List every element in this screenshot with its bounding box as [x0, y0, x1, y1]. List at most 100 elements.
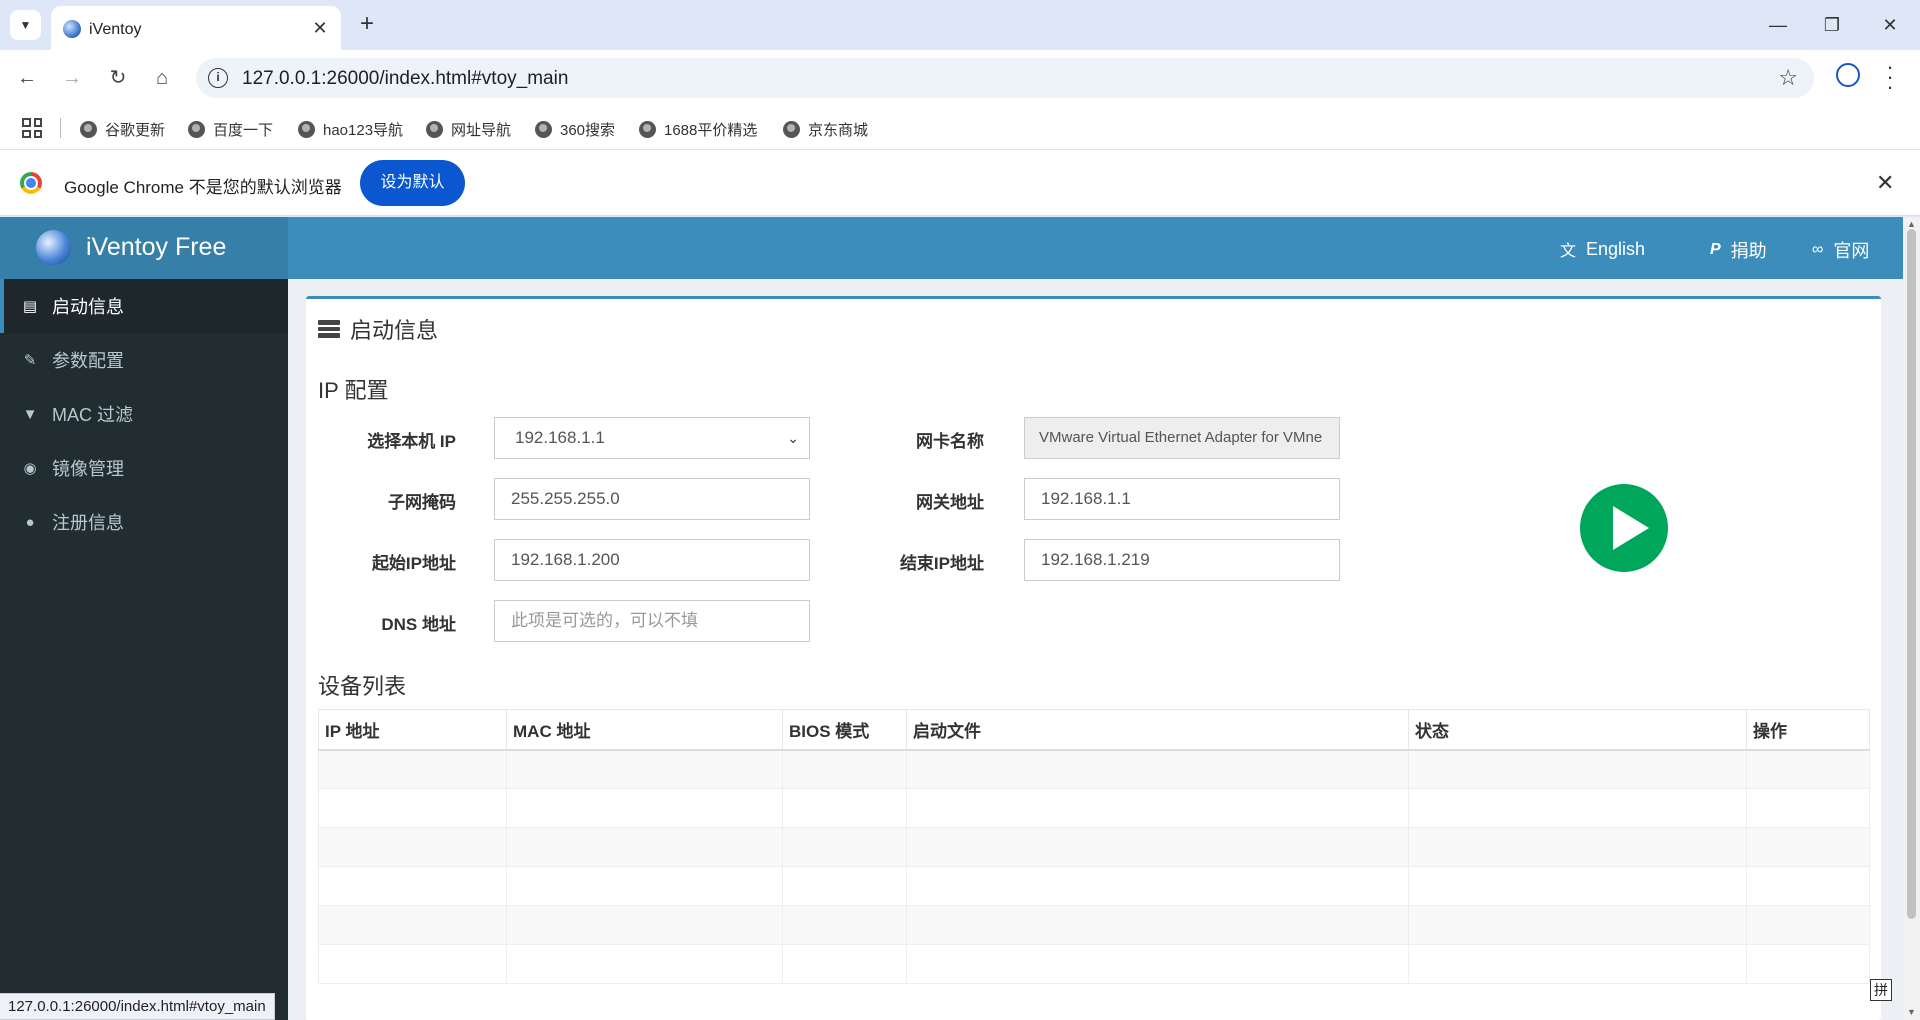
set-default-button[interactable]: 设为默认 — [360, 160, 465, 206]
page-scrollbar[interactable]: ▲ ▼ — [1903, 217, 1920, 1020]
menu-dots-icon[interactable]: · · · — [1882, 56, 1898, 98]
bookmark-item[interactable]: 京东商城 — [783, 118, 868, 140]
globe-icon — [426, 120, 443, 138]
ime-indicator-icon[interactable]: 拼 — [1870, 979, 1892, 1001]
sidebar-item-images[interactable]: ◉ 镜像管理 — [0, 441, 288, 495]
tab-close-icon[interactable]: ✕ — [309, 17, 331, 39]
donate-label: 捐助 — [1730, 241, 1767, 261]
globe-icon — [535, 120, 552, 138]
close-window-button[interactable]: ✕ — [1866, 10, 1914, 40]
address-bar[interactable]: i 127.0.0.1:26000/index.html#vtoy_main ☆ — [196, 58, 1814, 98]
tab-search-button[interactable]: ▼ — [10, 10, 41, 40]
gateway-input[interactable]: 192.168.1.1 — [1024, 478, 1340, 520]
profile-icon[interactable] — [1836, 63, 1860, 87]
restore-button[interactable]: ❐ — [1808, 10, 1856, 40]
filter-icon: ▼ — [22, 405, 38, 423]
bookmark-item[interactable]: 360搜索 — [535, 118, 615, 140]
select-ip-dropdown[interactable]: 192.168.1.1 ⌄ — [494, 417, 810, 459]
sidebar-item-boot-info[interactable]: ▤ 启动信息 — [0, 279, 288, 333]
ip-config-title: IP 配置 — [318, 378, 389, 403]
boot-info-box: 启动信息 IP 配置 选择本机 IP 192.168.1.1 ⌄ 网卡名称 VM… — [306, 296, 1881, 1020]
sidebar-item-label: 镜像管理 — [52, 459, 124, 479]
infobar-close-icon[interactable]: ✕ — [1876, 170, 1894, 196]
website-link[interactable]: ∞ 官网 — [1812, 237, 1869, 263]
gateway-label: 网关地址 — [916, 493, 984, 512]
logo-area[interactable]: iVentoy Free — [0, 217, 288, 279]
select-ip-label: 选择本机 IP — [367, 432, 456, 451]
forward-arrow-icon[interactable]: → — [57, 63, 87, 93]
bookmark-item[interactable]: 百度一下 — [188, 118, 273, 140]
wrench-icon: ✎ — [23, 352, 37, 369]
scroll-down-icon[interactable]: ▼ — [1907, 1007, 1916, 1017]
apps-grid-icon[interactable] — [22, 118, 42, 138]
sidebar-item-config[interactable]: ✎ 参数配置 — [0, 333, 288, 387]
globe-icon — [80, 120, 97, 138]
nic-name-field: VMware Virtual Ethernet Adapter for VMne — [1024, 417, 1340, 459]
home-icon[interactable]: ⌂ — [147, 63, 177, 93]
table-row — [318, 788, 1870, 828]
table-row — [318, 905, 1870, 945]
app-header: iVentoy Free 文 English P 捐助 ∞ 官网 — [0, 217, 1903, 279]
translate-icon: 文 — [1560, 243, 1577, 260]
new-tab-button[interactable]: + — [352, 10, 382, 40]
sidebar-item-label: 注册信息 — [52, 513, 124, 533]
start-service-button[interactable] — [1580, 484, 1668, 572]
dns-label: DNS 地址 — [381, 615, 456, 634]
bookmark-item[interactable]: hao123导航 — [298, 118, 403, 140]
paypal-icon: P — [1710, 241, 1721, 258]
bookmark-star-icon[interactable]: ☆ — [1778, 65, 1798, 91]
address-url[interactable]: 127.0.0.1:26000/index.html#vtoy_main — [242, 68, 568, 90]
status-bar-url: 127.0.0.1:26000/index.html#vtoy_main — [0, 993, 275, 1020]
select-ip-value: 192.168.1.1 — [515, 428, 605, 447]
site-info-icon[interactable]: i — [208, 68, 228, 88]
box-title-label: 启动信息 — [350, 318, 439, 343]
subnet-label: 子网掩码 — [388, 493, 456, 512]
bookmark-label: 百度一下 — [213, 121, 274, 139]
browser-tab[interactable]: iVentoy ✕ — [51, 6, 341, 50]
language-switch[interactable]: 文 English — [1560, 237, 1645, 261]
box-title: 启动信息 — [318, 313, 438, 345]
chevron-down-icon: ⌄ — [787, 430, 799, 446]
donate-link[interactable]: P 捐助 — [1710, 237, 1767, 263]
table-row — [318, 944, 1870, 984]
col-boot-file: 启动文件 — [906, 709, 1409, 751]
scroll-up-icon[interactable]: ▲ — [1907, 219, 1916, 229]
scroll-thumb[interactable] — [1907, 229, 1916, 919]
chrome-logo-icon — [20, 172, 42, 194]
infobar-message: Google Chrome 不是您的默认浏览器 — [64, 178, 342, 197]
bookmark-item[interactable]: 1688平价精选 — [639, 118, 757, 140]
start-ip-label: 起始IP地址 — [371, 554, 456, 573]
end-ip-input[interactable]: 192.168.1.219 — [1024, 539, 1340, 581]
subnet-mask-input[interactable]: 255.255.255.0 — [494, 478, 810, 520]
sidebar-item-registration[interactable]: ● 注册信息 — [0, 495, 288, 549]
back-arrow-icon[interactable]: ← — [12, 63, 42, 93]
bookmark-item[interactable]: 谷歌更新 — [80, 118, 165, 140]
default-browser-infobar: Google Chrome 不是您的默认浏览器 设为默认 ✕ — [0, 150, 1920, 216]
table-row — [318, 827, 1870, 867]
sidebar-item-mac-filter[interactable]: ▼ MAC 过滤 — [0, 387, 288, 441]
dns-input[interactable]: 此项是可选的，可以不填 — [494, 600, 810, 642]
col-actions: 操作 — [1746, 709, 1870, 751]
bookmark-label: 京东商城 — [808, 121, 869, 139]
reload-icon[interactable]: ↻ — [103, 63, 133, 93]
disc-icon: ◉ — [23, 460, 37, 477]
link-icon: ∞ — [1812, 241, 1824, 258]
device-table: IP 地址 MAC 地址 BIOS 模式 启动文件 状态 操作 — [318, 709, 1870, 984]
col-bios: BIOS 模式 — [782, 709, 907, 751]
sidebar-item-label: 参数配置 — [52, 351, 124, 371]
server-icon — [318, 320, 340, 339]
bookmark-item[interactable]: 网址导航 — [426, 118, 511, 140]
browser-titlebar: ▼ iVentoy ✕ + — ❐ ✕ — [0, 0, 1920, 50]
chevron-down-icon: ▼ — [19, 18, 32, 32]
globe-icon — [188, 120, 205, 138]
globe-logo-icon — [36, 230, 71, 265]
user-icon: ● — [25, 513, 35, 531]
bookmark-label: 360搜索 — [560, 121, 616, 139]
col-status: 状态 — [1408, 709, 1747, 751]
minimize-button[interactable]: — — [1754, 10, 1802, 40]
globe-icon — [783, 120, 800, 138]
sidebar-item-label: 启动信息 — [52, 297, 124, 317]
start-ip-input[interactable]: 192.168.1.200 — [494, 539, 810, 581]
iventoy-app: iVentoy Free 文 English P 捐助 ∞ 官网 ▤ 启动信息 … — [0, 217, 1920, 1020]
bookmarks-bar: 谷歌更新 百度一下 hao123导航 网址导航 360搜索 1688平价精选 京… — [0, 106, 1920, 150]
